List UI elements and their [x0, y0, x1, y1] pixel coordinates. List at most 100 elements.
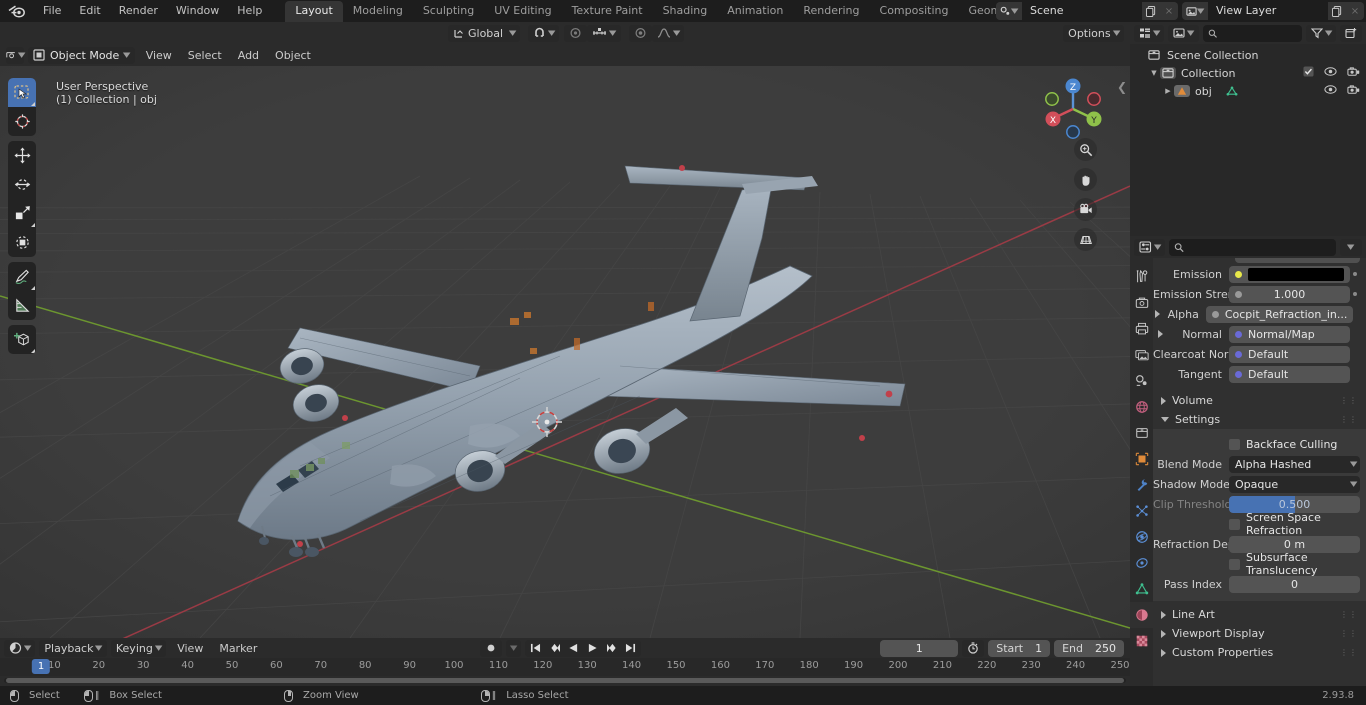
material-tab[interactable]: [1130, 602, 1153, 628]
triangle-right-icon[interactable]: [1153, 330, 1167, 338]
triangle-right-icon[interactable]: ▶: [1162, 87, 1174, 95]
move-tool[interactable]: [8, 141, 36, 170]
view-layer-tab[interactable]: [1130, 342, 1153, 368]
outliner-row-collection[interactable]: ▼ Collection: [1130, 64, 1366, 82]
new-collection-button[interactable]: [1340, 24, 1362, 42]
camera-icon[interactable]: [1347, 66, 1360, 80]
mesh-data-icon[interactable]: [1226, 85, 1238, 97]
panel-line-art[interactable]: Line Art ⋮⋮: [1153, 605, 1366, 624]
blender-logo-icon[interactable]: [6, 3, 26, 19]
prop-field-emission[interactable]: [1229, 265, 1350, 283]
scene-copy-button[interactable]: [1142, 2, 1160, 20]
outliner-filter-id-dropdown[interactable]: ▼: [1168, 24, 1199, 42]
play-reverse-icon[interactable]: [565, 641, 582, 656]
workspace-tab-layout[interactable]: Layout: [285, 0, 343, 22]
menu-help[interactable]: Help: [228, 2, 271, 20]
timeline-ruler[interactable]: 10 20 30 40 50 60 70 80 90 100 110 120 130 140 150 160 1…: [0, 658, 1130, 676]
subsurface-translucency-checkbox[interactable]: [1229, 558, 1240, 570]
jump-start-icon[interactable]: [527, 641, 544, 656]
transform-orientation-dropdown[interactable]: Global ▼: [448, 24, 520, 42]
outliner-row-obj[interactable]: ▶ obj: [1130, 82, 1366, 100]
physics-tab[interactable]: [1130, 524, 1153, 550]
workspace-tab-rendering[interactable]: Rendering: [793, 1, 869, 22]
render-tab[interactable]: [1130, 290, 1153, 316]
tool-tab[interactable]: [1130, 264, 1153, 290]
view-layer-selector[interactable]: ▼ View Layer ×: [1182, 2, 1364, 20]
properties-editor-type-button[interactable]: ▼: [1134, 238, 1166, 256]
scene-selector[interactable]: ▼ Scene ×: [996, 2, 1178, 20]
outliner-checkbox[interactable]: [1303, 66, 1314, 80]
outliner-search-field[interactable]: [1221, 26, 1297, 40]
outliner-filter-dropdown[interactable]: ▼: [1305, 24, 1336, 42]
viewport-menu-select[interactable]: Select: [181, 48, 229, 63]
camera-icon[interactable]: [1074, 198, 1097, 221]
view-layer-unlink-button[interactable]: ×: [1346, 2, 1364, 20]
add-cube-tool[interactable]: [8, 325, 36, 354]
texture-tab[interactable]: [1130, 628, 1153, 654]
rotate-tool[interactable]: [8, 170, 36, 199]
timeline-editor-type-button[interactable]: ▼: [4, 639, 36, 657]
view-layer-copy-button[interactable]: [1328, 2, 1346, 20]
menu-render[interactable]: Render: [110, 2, 167, 20]
options-dropdown[interactable]: Options ▼: [1063, 24, 1124, 42]
3d-viewport[interactable]: User Perspective (1) Collection | obj Z …: [0, 66, 1130, 638]
camera-icon[interactable]: [1347, 84, 1360, 98]
prop-field-alpha[interactable]: Cocpit_Refraction_in...: [1205, 305, 1354, 323]
world-tab[interactable]: [1130, 394, 1153, 420]
proportional-editing-toggle[interactable]: [564, 24, 588, 42]
workspace-tab-sculpting[interactable]: Sculpting: [413, 1, 484, 22]
zoom-icon[interactable]: [1074, 138, 1097, 161]
timeline-menu-playback[interactable]: Playback ▼: [39, 639, 107, 657]
viewport-menu-add[interactable]: Add: [231, 48, 266, 63]
refraction-depth-field[interactable]: 0 m: [1229, 535, 1360, 553]
tweak-select-tool[interactable]: [8, 78, 36, 107]
properties-search-input[interactable]: [1169, 238, 1336, 256]
prop-field-clearcoat-normal[interactable]: Default: [1229, 345, 1350, 363]
snap-to-dropdown[interactable]: [628, 24, 652, 42]
outliner-display-mode-dropdown[interactable]: ▼: [1134, 24, 1165, 42]
blend-mode-dropdown[interactable]: Alpha Hashed ▼: [1229, 455, 1360, 473]
properties-options-dropdown[interactable]: ▼: [1340, 238, 1362, 256]
outliner-tree[interactable]: Scene Collection ▼ Collection ▶ obj: [1130, 44, 1366, 236]
constraints-tab[interactable]: [1130, 550, 1153, 576]
object-tab[interactable]: [1130, 446, 1153, 472]
modifiers-tab[interactable]: [1130, 472, 1153, 498]
menu-window[interactable]: Window: [167, 2, 228, 20]
annotate-tool[interactable]: [8, 262, 36, 291]
timeline-scrollbar[interactable]: [4, 678, 1126, 683]
panel-viewport-display[interactable]: Viewport Display ⋮⋮: [1153, 624, 1366, 643]
scene-tab[interactable]: [1130, 368, 1153, 394]
panel-custom-properties[interactable]: Custom Properties ⋮⋮: [1153, 643, 1366, 662]
auto-keying-options-dropdown[interactable]: ▼: [506, 639, 522, 657]
navigation-gizmo[interactable]: Z Y X: [1038, 74, 1108, 144]
pass-index-field[interactable]: 0: [1229, 575, 1360, 593]
pan-hand-icon[interactable]: [1074, 168, 1097, 191]
auto-keying-toggle[interactable]: [480, 639, 502, 657]
triangle-down-icon[interactable]: ▼: [1148, 69, 1160, 77]
eye-icon[interactable]: [1324, 84, 1337, 98]
viewport-menu-object[interactable]: Object: [268, 48, 318, 63]
clip-threshold-slider[interactable]: 0.500: [1229, 495, 1360, 513]
end-frame-field[interactable]: End 250: [1054, 639, 1124, 657]
editor-type-button[interactable]: ▼: [6, 46, 25, 64]
viewport-menu-view[interactable]: View: [139, 48, 179, 63]
timeline-menu-view[interactable]: View: [170, 641, 210, 656]
data-tab[interactable]: [1130, 576, 1153, 602]
measure-tool[interactable]: [8, 291, 36, 320]
next-keyframe-icon[interactable]: [603, 641, 620, 656]
animate-decorator-icon[interactable]: [1350, 292, 1360, 296]
panel-settings[interactable]: Settings ⋮⋮: [1153, 410, 1366, 429]
particles-tab[interactable]: [1130, 498, 1153, 524]
menu-file[interactable]: File: [34, 2, 70, 20]
workspace-tab-modeling[interactable]: Modeling: [343, 1, 413, 22]
workspace-tab-texture-paint[interactable]: Texture Paint: [562, 1, 653, 22]
workspace-tab-compositing[interactable]: Compositing: [870, 1, 959, 22]
output-tab[interactable]: [1130, 316, 1153, 342]
backface-culling-checkbox[interactable]: [1229, 438, 1240, 450]
ortho-persp-icon[interactable]: [1074, 228, 1097, 251]
animate-decorator-icon[interactable]: [1350, 272, 1360, 276]
color-swatch[interactable]: [1248, 267, 1344, 281]
play-icon[interactable]: [584, 641, 601, 656]
mode-dropdown[interactable]: Object Mode ▼: [28, 46, 135, 64]
shadow-mode-dropdown[interactable]: Opaque ▼: [1229, 475, 1360, 493]
